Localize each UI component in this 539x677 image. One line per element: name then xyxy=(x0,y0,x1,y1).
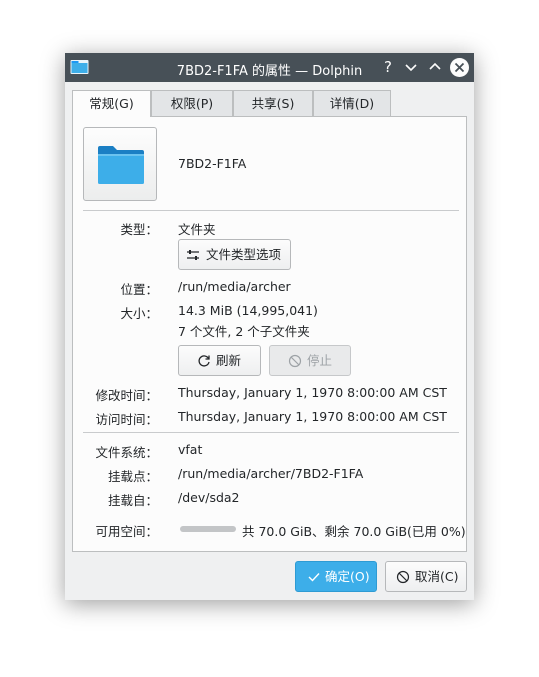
type-label: 类型： xyxy=(120,222,158,237)
cancel-button[interactable]: 取消(C) xyxy=(385,561,467,592)
accessed-label: 访问时间： xyxy=(95,412,158,427)
folder-icon-button[interactable] xyxy=(83,127,157,201)
location-value: /run/media/archer xyxy=(178,279,291,294)
help-button[interactable]: ? xyxy=(378,57,398,77)
divider xyxy=(83,432,459,433)
divider xyxy=(83,210,459,211)
tab-permissions[interactable]: 权限(P) xyxy=(151,90,233,116)
free-space-label: 可用空间： xyxy=(95,524,158,539)
filesystem-value: vfat xyxy=(178,442,203,457)
mounted-from-label: 挂载自： xyxy=(107,493,158,508)
size-label: 大小： xyxy=(120,306,158,321)
ok-button[interactable]: 确定(O) xyxy=(295,561,377,592)
cancel-icon xyxy=(396,570,410,584)
ok-label: 确定(O) xyxy=(325,569,370,584)
maximize-button[interactable] xyxy=(425,57,445,77)
free-space-value: 共 70.0 GiB、剩余 70.0 GiB(已用 0%) xyxy=(242,524,466,539)
sliders-icon xyxy=(187,250,199,260)
folder-icon xyxy=(98,146,144,184)
stop-icon xyxy=(288,354,302,368)
close-icon xyxy=(454,62,465,73)
chevron-up-icon xyxy=(429,62,441,70)
mounted-from-value: /dev/sda2 xyxy=(178,490,240,505)
stop-label: 停止 xyxy=(307,353,333,368)
stop-button[interactable]: 停止 xyxy=(269,345,351,376)
type-value: 文件夹 xyxy=(178,222,216,237)
tab-share[interactable]: 共享(S) xyxy=(233,90,313,116)
filesystem-label: 文件系统： xyxy=(95,445,158,460)
close-button[interactable] xyxy=(450,58,469,77)
tab-general[interactable]: 常规(G) xyxy=(72,90,151,117)
mountpoint-label: 挂载点： xyxy=(107,469,158,484)
refresh-label: 刷新 xyxy=(216,353,242,368)
mountpoint-value: /run/media/archer/7BD2-F1FA xyxy=(178,466,364,481)
title-bar[interactable]: 7BD2-F1FA 的属性 — Dolphin ? xyxy=(65,53,474,82)
modified-label: 修改时间： xyxy=(95,388,158,403)
file-type-options-label: 文件类型选项 xyxy=(206,247,282,262)
chevron-down-icon xyxy=(405,64,417,72)
item-name: 7BD2-F1FA xyxy=(178,156,247,171)
general-tab-panel: 7BD2-F1FA 类型： 文件夹 文件类型选项 位置： /run/media/… xyxy=(72,116,467,552)
cancel-label: 取消(C) xyxy=(415,569,459,584)
size-detail: 7 个文件, 2 个子文件夹 xyxy=(178,324,310,339)
size-value: 14.3 MiB (14,995,041) xyxy=(178,303,318,318)
modified-value: Thursday, January 1, 1970 8:00:00 AM CST xyxy=(178,385,447,400)
checkmark-icon xyxy=(308,573,320,582)
location-label: 位置： xyxy=(120,282,158,297)
file-type-options-button[interactable]: 文件类型选项 xyxy=(178,239,291,270)
accessed-value: Thursday, January 1, 1970 8:00:00 AM CST xyxy=(178,409,447,424)
refresh-button[interactable]: 刷新 xyxy=(178,345,261,376)
refresh-icon xyxy=(198,355,210,367)
properties-dialog: 7BD2-F1FA 的属性 — Dolphin ? 常规(G) 权限(P) 共享… xyxy=(65,53,474,600)
disk-usage-bar xyxy=(180,526,236,532)
minimize-button[interactable] xyxy=(401,57,421,77)
tab-details[interactable]: 详情(D) xyxy=(313,90,391,116)
